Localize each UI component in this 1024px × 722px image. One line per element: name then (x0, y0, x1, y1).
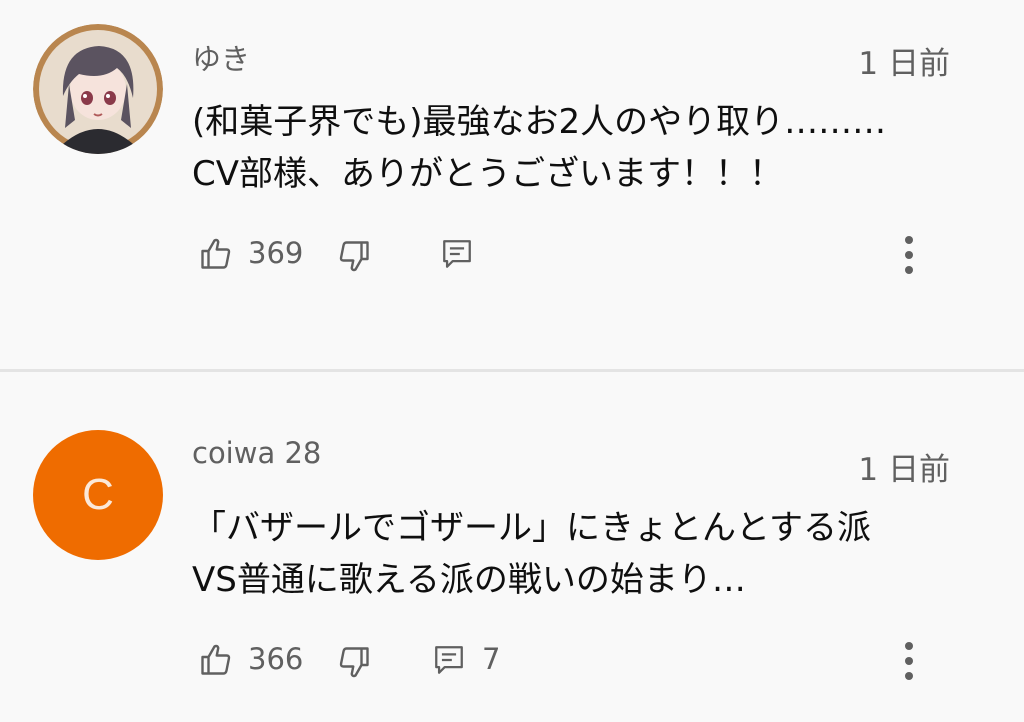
comment-text-line: CV部様、ありがとうございます！！！ (192, 154, 783, 194)
reply-icon[interactable] (432, 642, 466, 678)
comment-actions: 369 (192, 232, 992, 282)
avatar[interactable]: C (33, 430, 163, 560)
thumbs-up-icon[interactable] (198, 642, 234, 678)
more-vert-icon[interactable] (894, 232, 924, 278)
comment-author[interactable]: coiwa 28 (192, 436, 321, 470)
comment-text-line: 「バザールでゴザール」にきょとんとする派 (192, 508, 871, 548)
avatar[interactable] (33, 24, 163, 154)
comment-text: 「バザールでゴザール」にきょとんとする派 VS普通に歌える派の戦いの始まり… (192, 502, 871, 606)
comment-author[interactable]: ゆき (192, 36, 250, 78)
like-count: 366 (248, 642, 304, 676)
comment-actions: 366 7 (192, 638, 992, 688)
more-vert-icon[interactable] (894, 638, 924, 684)
comment-time: 1 日前 (858, 452, 950, 488)
comment-item: C coiwa 28 1 日前 「バザールでゴザール」にきょとんとする派 VS普… (0, 372, 1024, 722)
reply-icon[interactable] (440, 236, 474, 272)
thumbs-up-icon[interactable] (198, 236, 234, 272)
avatar-letter: C (82, 470, 114, 519)
thumbs-down-icon[interactable] (336, 644, 372, 680)
comment-text: (和菓子界でも)最強なお2人のやり取り……… CV部様、ありがとうございます！！… (192, 96, 886, 200)
comment-text-line: VS普通に歌える派の戦いの始まり… (192, 560, 746, 600)
reply-count[interactable]: 7 (482, 642, 500, 676)
comment-item: ゆき 1 日前 (和菓子界でも)最強なお2人のやり取り……… CV部様、ありがと… (0, 0, 1024, 370)
comment-text-line: (和菓子界でも)最強なお2人のやり取り……… (192, 102, 887, 142)
thumbs-down-icon[interactable] (336, 238, 372, 274)
like-count: 369 (248, 236, 304, 270)
comment-time: 1 日前 (858, 46, 950, 82)
